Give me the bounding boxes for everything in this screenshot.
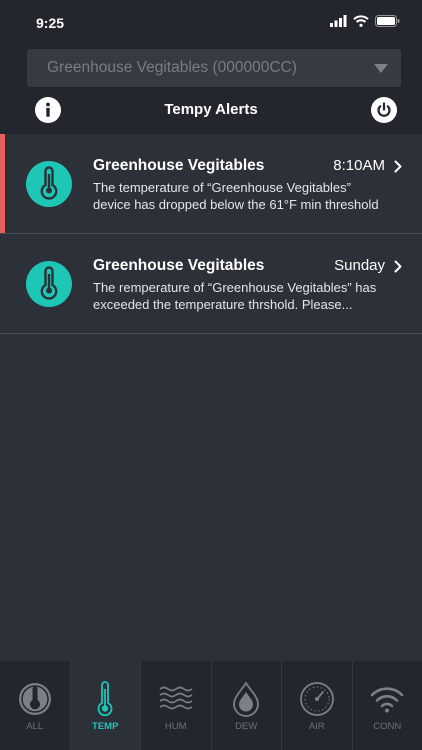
status-time: 9:25 (36, 15, 65, 31)
alert-message: The remperature of “Greenhouse Vegitable… (93, 279, 409, 313)
tab-hum[interactable]: HUM (141, 661, 212, 750)
alert-time: Sunday (334, 257, 385, 274)
tab-temp[interactable]: TEMP (70, 661, 141, 750)
dropdown-arrow-icon (374, 64, 388, 73)
thermometer-icon (26, 161, 72, 207)
app-header: 9:25 Greenhouse Vegitables (000000CC) Te… (0, 0, 422, 134)
tab-label: AIR (308, 721, 325, 732)
tab-all[interactable]: ALL (0, 661, 71, 750)
wifi-icon (370, 687, 404, 713)
thermometer-icon (26, 261, 72, 307)
signal-icon (330, 15, 347, 27)
battery-icon (375, 15, 400, 27)
alert-time: 8:10AM (333, 157, 385, 174)
status-bar: 9:25 (0, 0, 422, 44)
tab-dew[interactable]: DEW (212, 661, 282, 750)
thermometer-icon (97, 681, 113, 717)
tab-conn[interactable]: CONN (353, 661, 422, 750)
wifi-status-icon (353, 15, 369, 27)
power-icon[interactable] (371, 97, 397, 123)
tab-label: CONN (373, 721, 402, 732)
tab-label: DEW (235, 721, 258, 732)
tab-label: TEMP (92, 721, 119, 732)
alert-list: Greenhouse Vegitables 8:10AM The tempera… (0, 134, 422, 334)
air-gauge-icon (299, 682, 334, 716)
bottom-tab-bar: ALL TEMP HUM DEW AIR CONN (0, 661, 422, 750)
alert-message-line: The remperature of “Greenhouse Vegitable… (93, 280, 377, 295)
alert-message-line: device has dropped below the 61°F min th… (93, 197, 379, 212)
alert-message: The temperature of “Greenhouse Vegitable… (93, 179, 409, 213)
device-select[interactable]: Greenhouse Vegitables (000000CC) (27, 49, 401, 87)
alert-message-line: The temperature of “Greenhouse Vegitable… (93, 180, 351, 195)
page-title: Tempy Alerts (164, 101, 258, 118)
tab-air[interactable]: AIR (282, 661, 353, 750)
tab-label: ALL (26, 721, 44, 732)
chevron-right-icon (394, 160, 402, 173)
all-icon (18, 683, 51, 715)
tab-label: HUM (164, 721, 187, 732)
chevron-right-icon (394, 260, 402, 273)
status-icons (330, 15, 400, 27)
alert-title: Greenhouse Vegitables (93, 157, 265, 174)
title-row: Tempy Alerts (0, 92, 422, 128)
humidity-waves-icon (159, 686, 193, 710)
dew-drop-icon (233, 681, 260, 717)
alert-item[interactable]: Greenhouse Vegitables Sunday The rempera… (0, 234, 422, 334)
alert-item[interactable]: Greenhouse Vegitables 8:10AM The tempera… (0, 134, 422, 234)
alert-title: Greenhouse Vegitables (93, 257, 265, 274)
device-select-value: Greenhouse Vegitables (000000CC) (47, 59, 297, 76)
alert-message-line: exceeded the temperature thrshold. Pleas… (93, 297, 353, 312)
